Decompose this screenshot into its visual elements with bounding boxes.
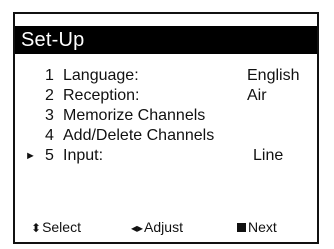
menu-item-number: 3 [45, 107, 54, 124]
menu-item-number: 1 [45, 67, 54, 84]
setup-menu-screen: Set-Up 1 Language: English 2 Reception: … [13, 12, 319, 244]
menu-item-number: 2 [45, 87, 54, 104]
hint-next-label: Next [248, 219, 277, 235]
up-down-arrow-icon: ⬍ [31, 221, 42, 235]
menu-item-number: 5 [45, 147, 54, 164]
button-hints-bar: ⬍Select ◂▸Adjust Next [15, 216, 317, 238]
menu-item-label: Add/Delete Channels [63, 127, 215, 144]
menu-item-label: Reception: [63, 87, 140, 104]
menu-item-memorize-channels[interactable]: 3 Memorize Channels [15, 106, 317, 126]
menu-item-input[interactable]: ► 5 Input: Line [15, 146, 317, 166]
hint-adjust: ◂▸Adjust [131, 216, 183, 239]
menu-item-value: Air [247, 87, 267, 104]
menu-item-label: Language: [63, 67, 139, 84]
selection-pointer-icon: ► [25, 150, 36, 162]
menu-item-reception[interactable]: 2 Reception: Air [15, 86, 317, 106]
menu-item-add-delete-channels[interactable]: 4 Add/Delete Channels [15, 126, 317, 146]
menu-item-value: English [247, 67, 300, 84]
hint-select-label: Select [42, 219, 81, 235]
left-right-arrow-icon: ◂▸ [131, 221, 144, 235]
menu-item-language[interactable]: 1 Language: English [15, 66, 317, 86]
menu-item-label: Memorize Channels [63, 107, 206, 124]
menu-item-number: 4 [45, 127, 54, 144]
hint-next: Next [237, 216, 277, 238]
menu-title: Set-Up [15, 26, 317, 54]
menu-item-label: Input: [63, 147, 104, 164]
setup-menu-list: 1 Language: English 2 Reception: Air 3 M… [15, 66, 317, 166]
hint-adjust-label: Adjust [144, 219, 183, 235]
menu-item-value: Line [253, 147, 284, 164]
hint-select: ⬍Select [31, 216, 81, 239]
square-icon [237, 223, 246, 232]
